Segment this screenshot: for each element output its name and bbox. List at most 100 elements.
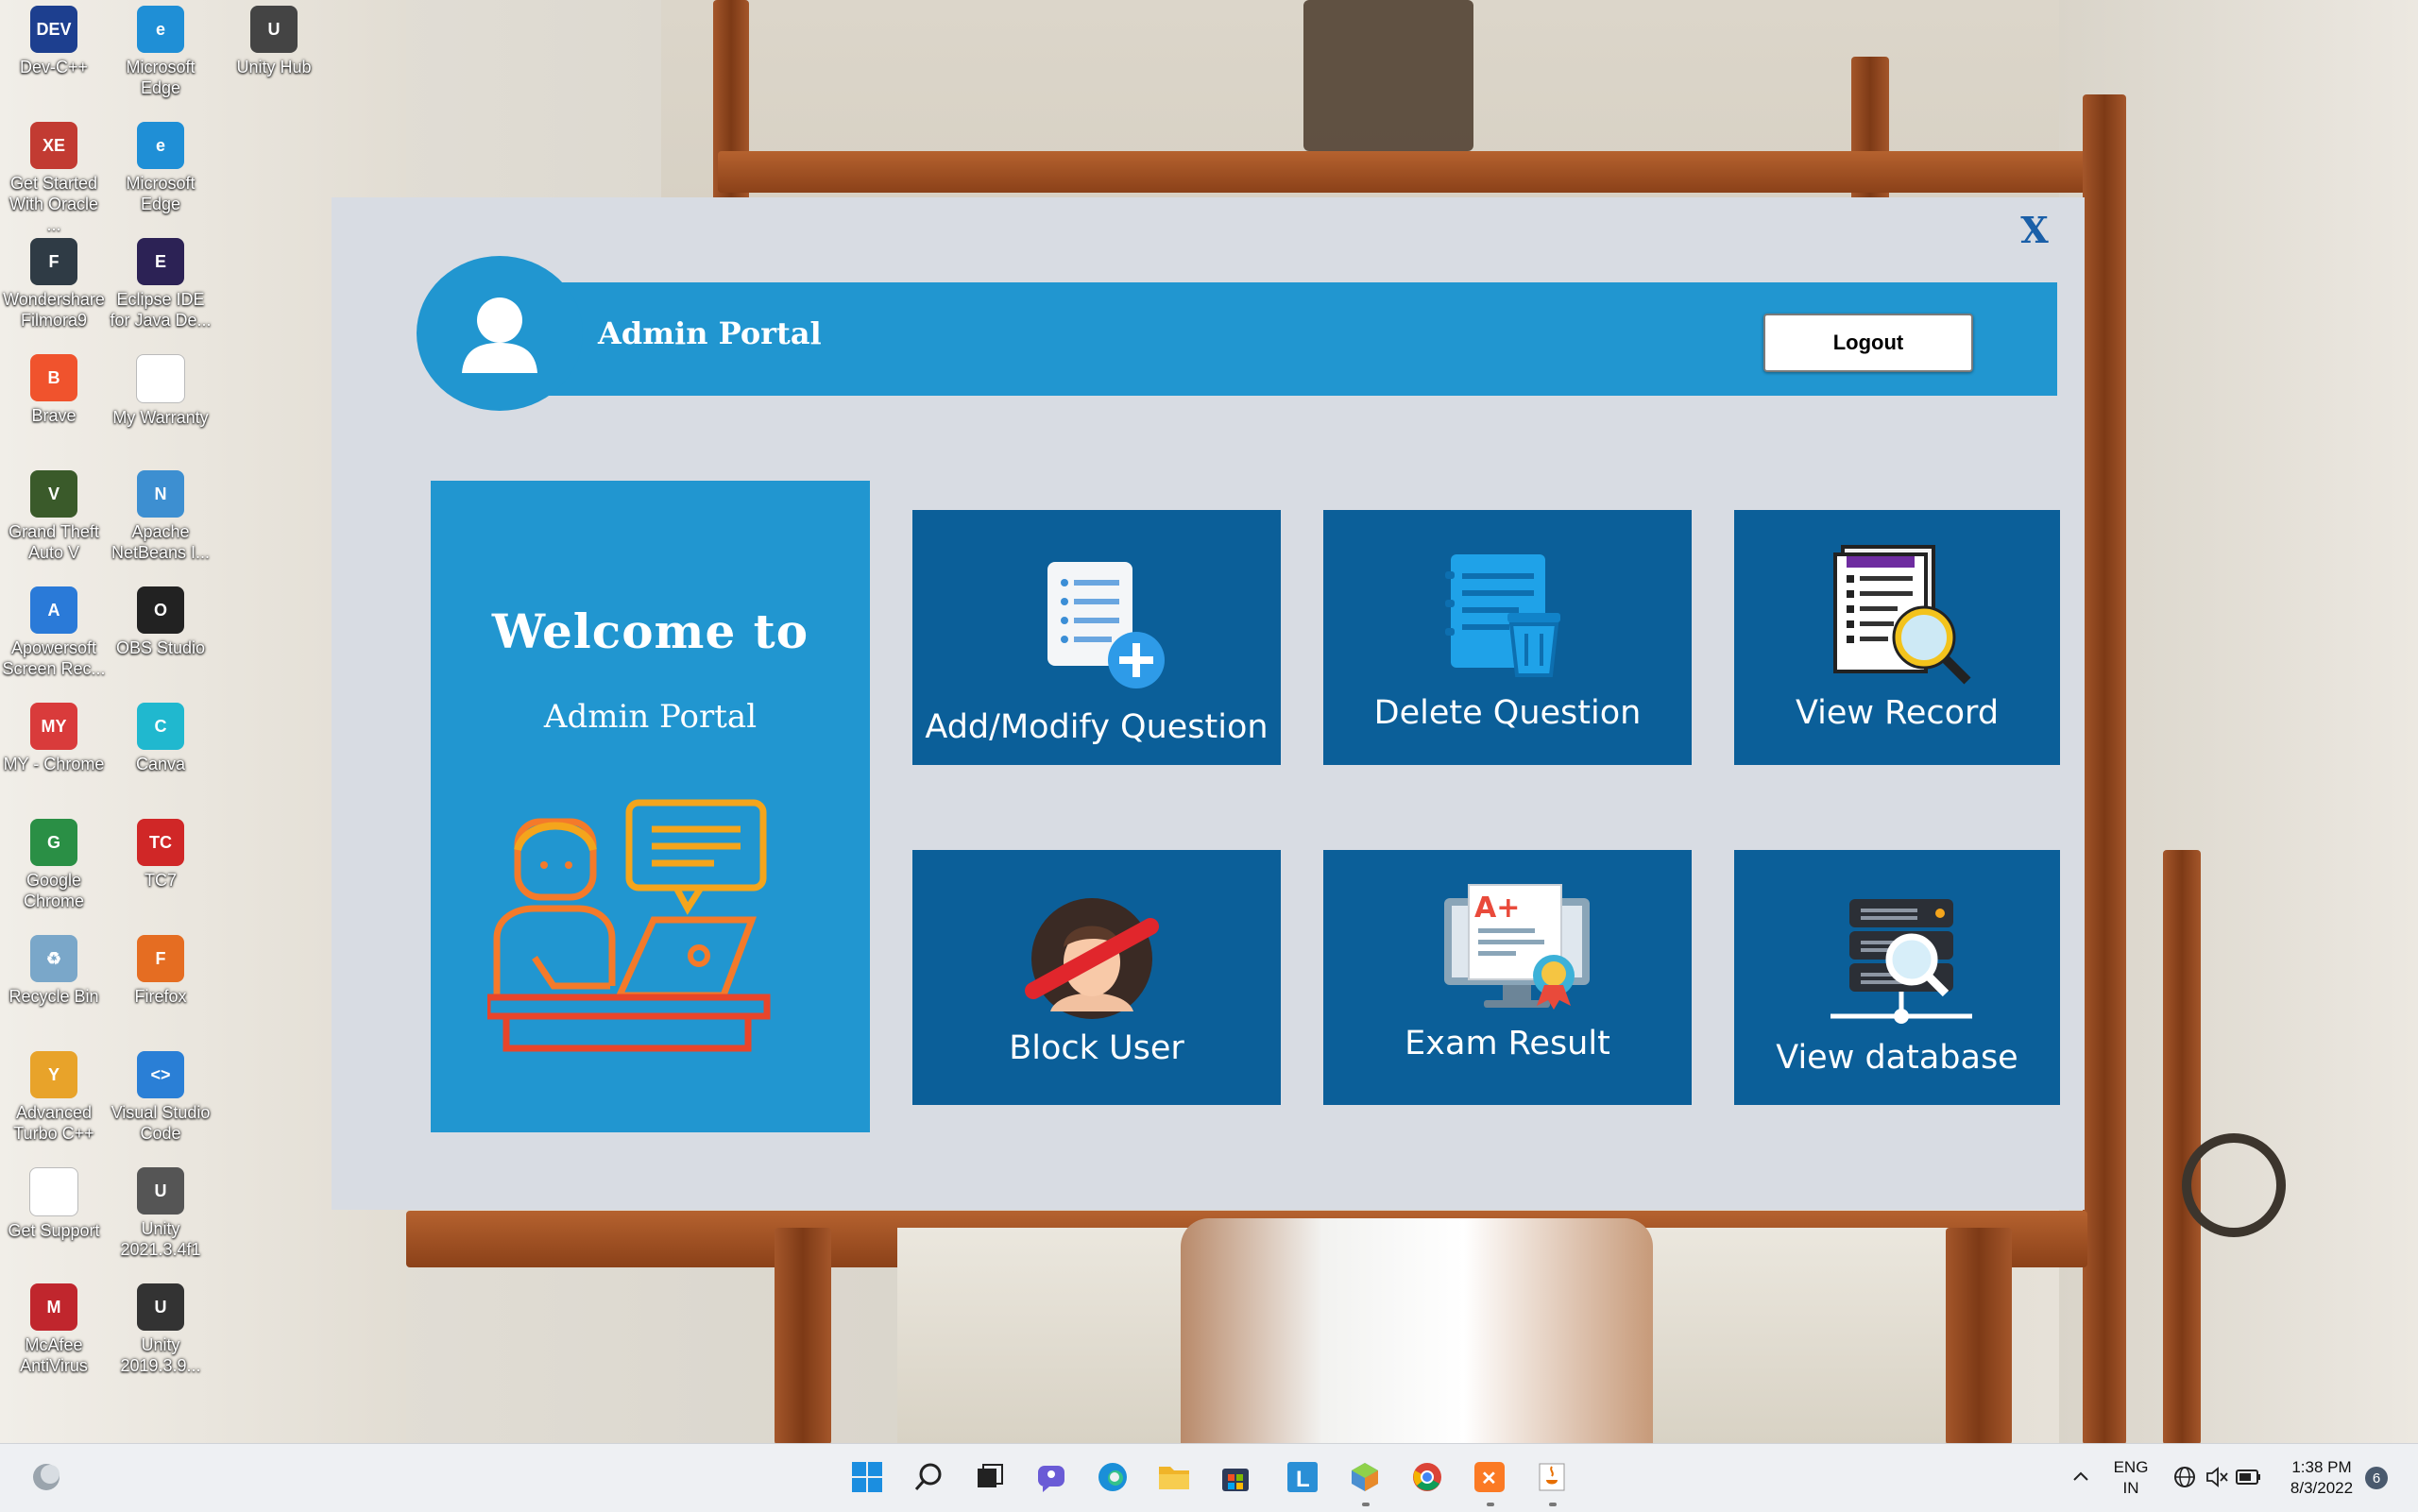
delete-question-icon [1445,554,1560,677]
desktop-icon[interactable]: Y Advanced Turbo C++ [0,1047,108,1144]
edge-icon[interactable] [1091,1455,1134,1499]
clock[interactable]: 1:38 PM 8/3/2022 [2267,1457,2376,1499]
clock-date: 8/3/2022 [2290,1479,2354,1497]
desktop-icon[interactable]: U Unity 2021.3.4f1 [107,1164,214,1260]
desktop-icon[interactable]: A Apowersoft Screen Rec... [0,583,108,679]
desktop-icon[interactable]: XE Get Started With Oracle ... [0,118,108,235]
tile-label: Delete Question [1373,694,1642,732]
start-icon[interactable] [845,1455,889,1499]
admin-at-desk-illustration [487,799,771,1052]
store-icon[interactable] [1214,1455,1257,1499]
file-explorer-icon[interactable] [1152,1455,1196,1499]
app-icon: O [137,586,184,634]
search-icon[interactable] [907,1455,950,1499]
app-icon: F [137,935,184,982]
exam-result-icon: A+ [1444,884,1590,1010]
desktop-icon[interactable]: F Wondershare Filmora9 [0,234,108,331]
desktop-icon-label: Unity Hub [236,58,312,76]
view-record-tile[interactable]: View Record [1734,510,2060,765]
netbeans-icon[interactable] [1343,1455,1387,1499]
desktop-icon[interactable]: <> Visual Studio Code [107,1047,214,1144]
desktop-icon-label: Grand Theft Auto V [9,522,99,562]
java-icon[interactable] [1530,1455,1574,1499]
view-database-tile[interactable]: View database [1734,850,2060,1105]
desktop-icon[interactable]: C Canva [107,699,214,774]
desktop-icon[interactable]: MY MY - Chrome [0,699,108,774]
loom-post [1851,57,1889,217]
desktop-icon-label: Apowersoft Screen Rec... [2,638,106,678]
header-title: Admin Portal [598,315,822,351]
app-icon: TC [137,819,184,866]
app-icon: C [137,703,184,750]
chevron-up-icon[interactable] [2059,1455,2103,1499]
desktop-icon-label: Microsoft Edge [126,174,196,213]
desktop-icon[interactable]: O OBS Studio [107,583,214,658]
user-icon [462,297,537,373]
chat-icon[interactable] [1030,1455,1073,1499]
desktop-icon[interactable]: G Google Chrome [0,815,108,911]
desktop-icon-label: Google Chrome [23,871,85,910]
desktop-icon-label: Brave [31,406,77,425]
notification-badge[interactable]: 6 [2365,1467,2388,1489]
desktop-icon[interactable]: DEV Dev-C++ [0,2,108,77]
admin-portal-window: X Admin Portal Logout Welcome to Admin P… [332,197,2085,1210]
desktop-icon[interactable]: TC TC7 [107,815,214,891]
desktop-icon-label: Canva [135,755,186,773]
language-code: ENG [2113,1458,2149,1476]
block-user-tile[interactable]: Block User [912,850,1281,1105]
loom-mechanism [1303,0,1473,151]
add-modify-question-tile[interactable]: Add/Modify Question [912,510,1281,765]
battery-icon[interactable] [2227,1455,2271,1499]
l-app-icon[interactable]: L [1281,1455,1324,1499]
weather-widget-icon[interactable] [25,1455,68,1499]
close-button[interactable]: X [2013,209,2056,252]
tile-label: View database [1776,1039,2018,1077]
app-icon: ♻ [30,935,77,982]
desktop-icon[interactable]: N Apache NetBeans I... [107,467,214,563]
chrome-icon[interactable] [1405,1455,1449,1499]
app-icon: E [137,238,184,285]
app-icon [29,1167,78,1216]
desktop-icon[interactable]: V Grand Theft Auto V [0,467,108,563]
app-icon: e [137,6,184,53]
loom-post [775,1228,831,1445]
desktop-icon-label: My Warranty [112,408,209,427]
language-indicator[interactable]: ENG IN [2104,1457,2157,1499]
app-icon: B [30,354,77,401]
desktop-icon[interactable]: e Microsoft Edge [107,2,214,98]
welcome-heading: Welcome to [491,603,809,659]
desktop-icon-label: Recycle Bin [9,987,99,1006]
desktop-icon-label: Dev-C++ [19,58,89,76]
exam-result-tile[interactable]: A+ Exam Result [1323,850,1692,1105]
add-question-icon [1047,562,1165,688]
desktop-icon[interactable]: U Unity 2019.3.9... [107,1280,214,1376]
welcome-subheading: Admin Portal [543,698,758,736]
tile-label: Block User [1009,1029,1184,1067]
loom-post [2083,94,2126,1445]
xampp-icon[interactable]: ✕ [1468,1455,1511,1499]
view-database-icon [1831,899,1972,1024]
desktop-icon[interactable]: B Brave [0,350,108,426]
desktop-icon[interactable]: Get Support [0,1164,108,1241]
desktop-icon-label: Get Started With Oracle ... [9,174,99,234]
desktop-icon-label: TC7 [144,871,177,890]
desktop-icon-label: Visual Studio Code [111,1103,211,1143]
app-icon: V [30,470,77,518]
desktop-icon-label: Eclipse IDE for Java De... [110,290,212,330]
desktop-icon-label: Unity 2019.3.9... [120,1335,201,1375]
welcome-panel: Welcome to Admin Portal [431,481,870,1132]
desktop-icon-label: OBS Studio [115,638,206,657]
desktop-icon-label: Firefox [134,987,187,1006]
desktop-icon[interactable]: M McAfee AntiVirus [0,1280,108,1376]
desktop-icon[interactable]: E Eclipse IDE for Java De... [107,234,214,331]
desktop-icon[interactable]: U Unity Hub [220,2,328,77]
desktop-icon[interactable]: F Firefox [107,931,214,1007]
app-icon: DEV [30,6,77,53]
desktop-icon[interactable]: My Warranty [107,350,214,428]
delete-question-tile[interactable]: Delete Question [1323,510,1692,765]
task-view-icon[interactable] [968,1455,1012,1499]
desktop-icon[interactable]: ♻ Recycle Bin [0,931,108,1007]
app-icon: U [250,6,298,53]
desktop-icon[interactable]: e Microsoft Edge [107,118,214,214]
logout-button[interactable]: Logout [1763,314,1973,372]
